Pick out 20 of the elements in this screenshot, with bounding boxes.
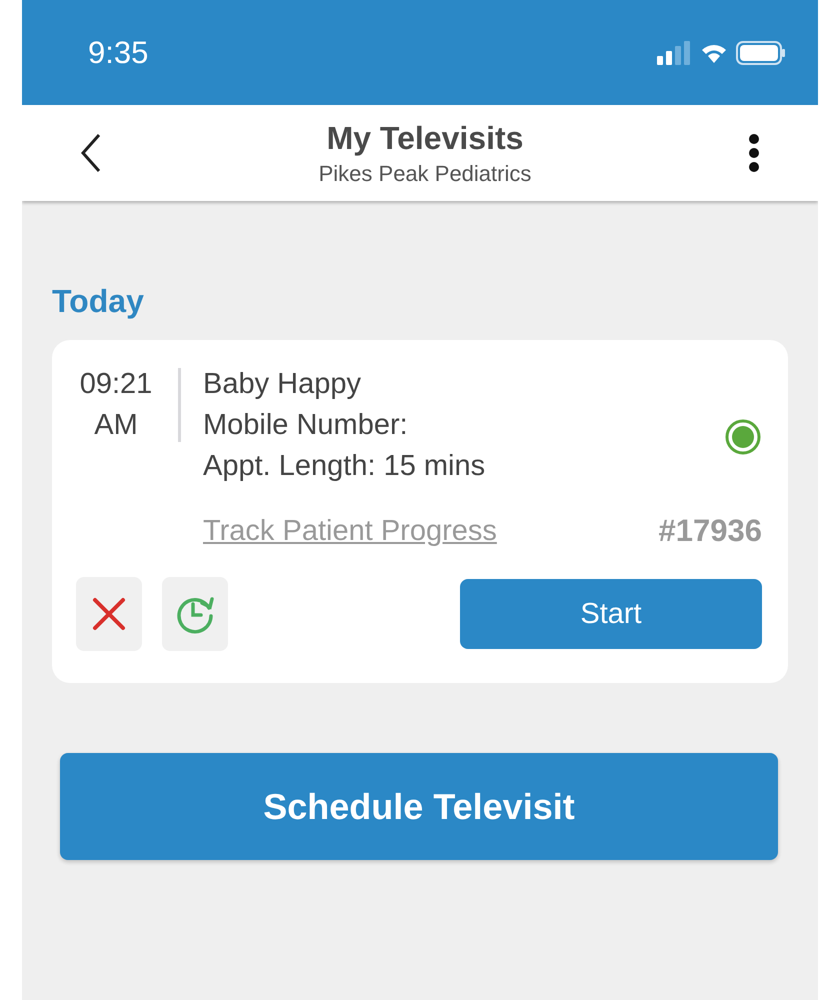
appointment-length: Appt. Length: 15 mins [203,450,486,483]
cancel-button[interactable] [76,577,142,651]
start-button[interactable]: Start [460,579,762,649]
page-title: My Televisits [326,120,524,156]
battery-icon [736,40,786,64]
visit-number: #17936 [658,513,762,549]
patient-name: Baby Happy [203,368,362,401]
back-icon[interactable] [80,133,102,173]
visit-time: 09:21 [80,368,152,401]
page-subtitle: Pikes Peak Pediatrics [318,160,532,186]
track-progress-link[interactable]: Track Patient Progress [203,514,497,548]
signal-icon [656,40,692,64]
status-time: 9:35 [88,34,148,70]
more-icon[interactable] [748,133,760,173]
clock-arrow-icon [175,594,215,634]
close-icon [92,597,126,631]
mobile-number: Mobile Number: [203,409,409,442]
visit-meridiem: AM [94,409,138,442]
schedule-televisit-button[interactable]: Schedule Televisit [60,753,778,860]
section-title: Today [52,283,145,320]
